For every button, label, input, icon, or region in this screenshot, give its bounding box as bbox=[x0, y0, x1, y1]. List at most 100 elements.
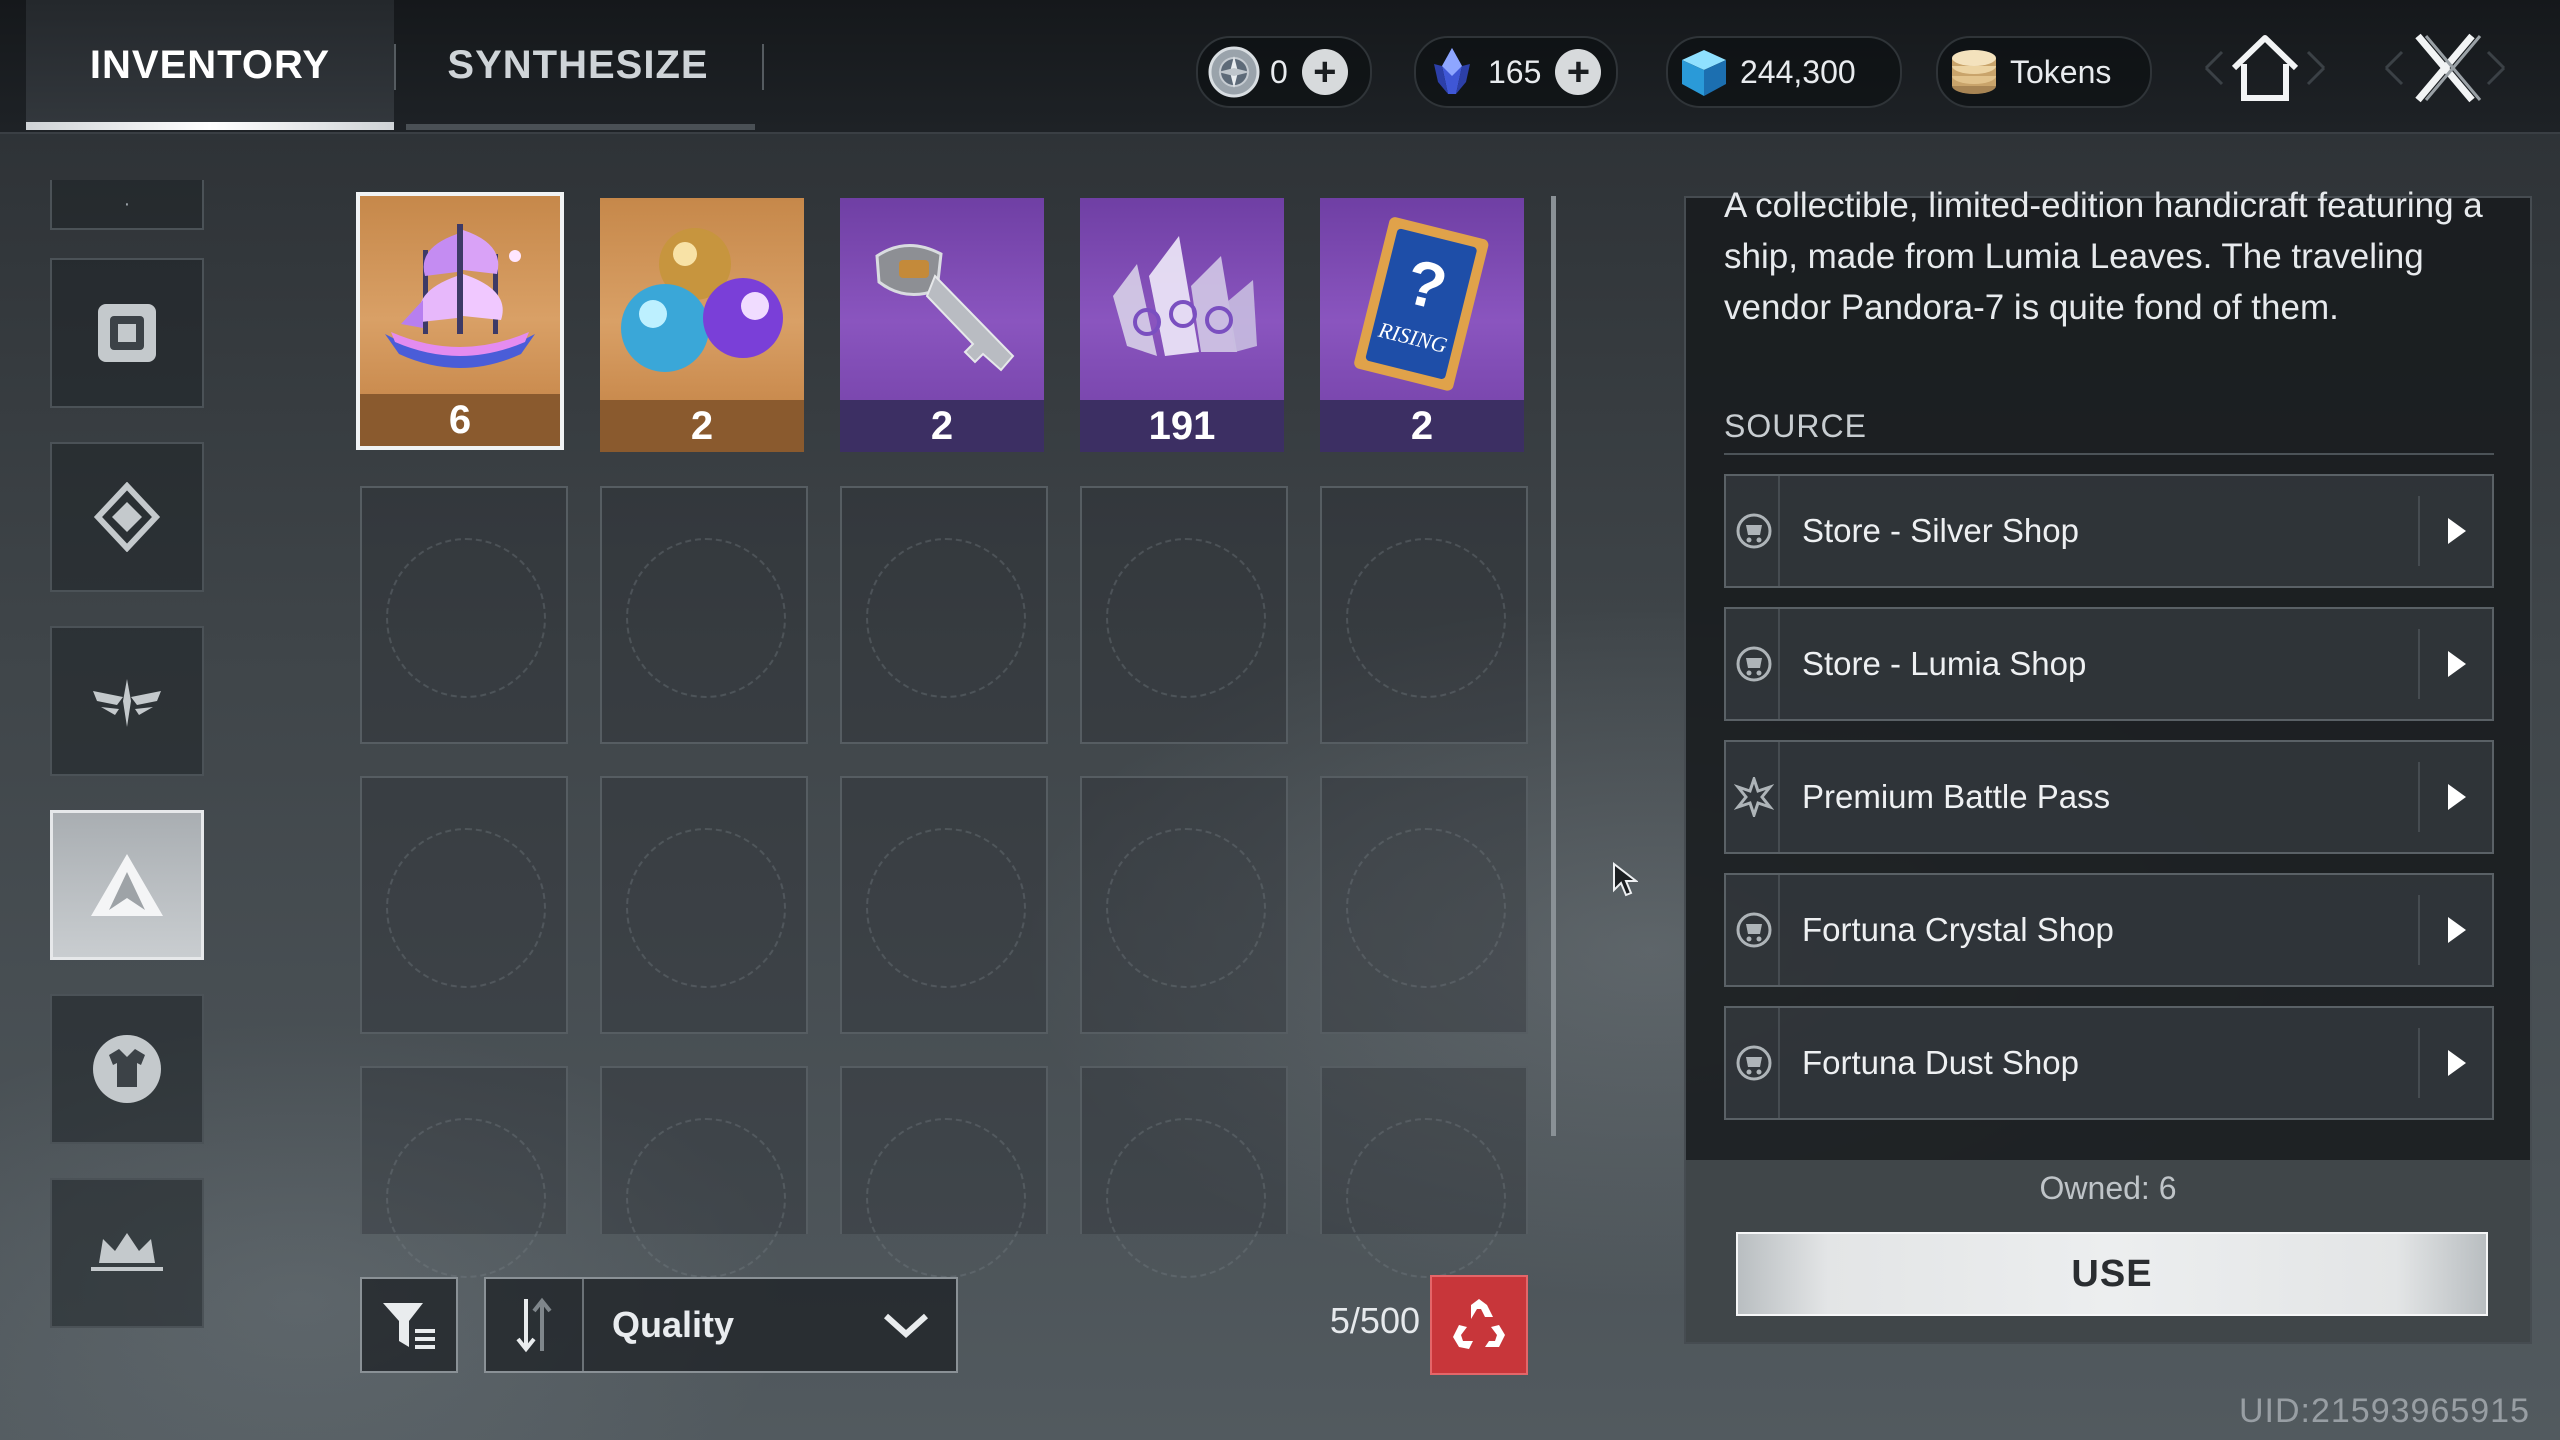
item-count: 6 bbox=[360, 394, 560, 446]
item-count: 2 bbox=[600, 400, 804, 452]
item-slot-ship[interactable]: 6 bbox=[356, 192, 564, 450]
source-store-lumia-shop[interactable]: Store - Lumia Shop bbox=[1724, 607, 2494, 721]
cube-gem-value: 244,300 bbox=[1740, 53, 1856, 90]
use-button[interactable]: USE bbox=[1736, 1232, 2488, 1316]
empty-slot[interactable] bbox=[840, 486, 1048, 744]
shirt-icon bbox=[93, 1035, 161, 1103]
item-count: 191 bbox=[1080, 400, 1284, 452]
play-arrow-icon bbox=[2418, 762, 2492, 832]
recycle-icon bbox=[1453, 1299, 1505, 1349]
filter-button[interactable] bbox=[360, 1277, 458, 1373]
store-icon bbox=[1730, 476, 1780, 586]
crown-icon bbox=[91, 1233, 163, 1271]
play-arrow-icon bbox=[2418, 1028, 2492, 1098]
tab-synthesize[interactable]: SYNTHESIZE bbox=[396, 0, 760, 130]
sort-label: Quality bbox=[612, 1304, 735, 1345]
compass-coin-value: 0 bbox=[1270, 53, 1288, 90]
sort-order-toggle[interactable] bbox=[486, 1279, 584, 1371]
compass-coin-icon bbox=[1208, 46, 1260, 98]
empty-slot[interactable] bbox=[1080, 486, 1288, 744]
sort-dropdown[interactable]: Quality bbox=[484, 1277, 958, 1373]
home-button[interactable] bbox=[2200, 28, 2330, 108]
source-label: Fortuna Crystal Shop bbox=[1802, 911, 2114, 948]
cube-gem-icon bbox=[1678, 46, 1730, 98]
chevron-down-icon bbox=[883, 1313, 929, 1339]
battle-pass-icon bbox=[1730, 742, 1780, 852]
item-slot-mystery-pack[interactable]: ? RISING 2 bbox=[1318, 196, 1526, 454]
chip-icon bbox=[98, 304, 156, 362]
empty-slot[interactable] bbox=[1320, 1066, 1528, 1278]
category-shirt[interactable] bbox=[50, 994, 204, 1144]
source-label: Store - Lumia Shop bbox=[1802, 645, 2087, 682]
item-slot-crystal-shards[interactable]: 191 bbox=[1078, 196, 1286, 454]
tab-synthesize-label: SYNTHESIZE bbox=[447, 42, 709, 87]
empty-slot[interactable] bbox=[1320, 776, 1528, 1034]
grid-scrollbar[interactable] bbox=[1551, 196, 1556, 1136]
category-chip[interactable] bbox=[50, 258, 204, 408]
tab-inventory[interactable]: INVENTORY bbox=[26, 0, 394, 130]
currency-compass-coin: 0 + bbox=[1196, 36, 1372, 108]
crystal-shards-icon bbox=[1080, 198, 1284, 404]
source-fortuna-crystal-shop[interactable]: Fortuna Crystal Shop bbox=[1724, 873, 2494, 987]
tokens-label: Tokens bbox=[2010, 53, 2112, 90]
inventory-capacity: 5/500 bbox=[1329, 1300, 1420, 1341]
currency-crystal: 165 + bbox=[1414, 36, 1618, 108]
category-winged-emblem[interactable] bbox=[50, 626, 204, 776]
triangle-emblem-icon bbox=[91, 854, 163, 916]
category-diamond-emblem[interactable] bbox=[50, 442, 204, 592]
source-premium-battle-pass[interactable]: Premium Battle Pass bbox=[1724, 740, 2494, 854]
tab-inventory-label: INVENTORY bbox=[89, 42, 331, 87]
source-store-silver-shop[interactable]: Store - Silver Shop bbox=[1724, 474, 2494, 588]
ship-icon bbox=[360, 196, 560, 402]
add-compass-coin-button[interactable]: + bbox=[1301, 49, 1348, 95]
empty-slot[interactable] bbox=[360, 486, 568, 744]
owned-count: Owned: 6 bbox=[2039, 1170, 2177, 1206]
mouse-cursor-icon bbox=[1613, 862, 1638, 897]
source-label: Store - Silver Shop bbox=[1802, 512, 2079, 549]
top-bar: INVENTORY SYNTHESIZE 0 + 165 + 244,300 T… bbox=[0, 0, 2560, 134]
category-triangle-emblem[interactable] bbox=[50, 810, 204, 960]
source-fortuna-dust-shop[interactable]: Fortuna Dust Shop bbox=[1724, 1006, 2494, 1120]
empty-slot[interactable] bbox=[840, 776, 1048, 1034]
tab-divider bbox=[762, 44, 764, 90]
crystal-value: 165 bbox=[1488, 53, 1542, 90]
empty-slot[interactable] bbox=[600, 1066, 808, 1278]
home-icon bbox=[2204, 35, 2326, 101]
category-partial-icon: · bbox=[123, 192, 131, 215]
empty-slot[interactable] bbox=[840, 1066, 1048, 1278]
empty-slot[interactable] bbox=[1320, 486, 1528, 744]
item-slot-key[interactable]: 2 bbox=[838, 196, 1046, 454]
empty-slot[interactable] bbox=[600, 776, 808, 1034]
user-id: UID:21593965915 bbox=[2238, 1392, 2530, 1430]
store-icon bbox=[1730, 609, 1780, 719]
category-crown[interactable] bbox=[50, 1178, 204, 1328]
source-heading: SOURCE bbox=[1724, 408, 1867, 444]
empty-slot[interactable] bbox=[1080, 1066, 1288, 1278]
empty-slot[interactable] bbox=[360, 776, 568, 1034]
source-label: Fortuna Dust Shop bbox=[1802, 1044, 2079, 1081]
item-count: 2 bbox=[840, 400, 1044, 452]
close-button[interactable] bbox=[2380, 28, 2510, 108]
key-icon bbox=[840, 198, 1044, 404]
filter-icon bbox=[383, 1303, 435, 1349]
add-crystal-button[interactable]: + bbox=[1555, 49, 1602, 95]
close-icon bbox=[2384, 33, 2506, 103]
store-icon bbox=[1730, 875, 1780, 985]
empty-slot[interactable] bbox=[1080, 776, 1288, 1034]
source-label: Premium Battle Pass bbox=[1802, 778, 2111, 815]
currency-tokens[interactable]: Tokens bbox=[1936, 36, 2152, 108]
empty-slot[interactable] bbox=[360, 1066, 568, 1278]
divider bbox=[1724, 453, 2494, 455]
currency-cube-gem: 244,300 bbox=[1666, 36, 1902, 108]
play-arrow-icon bbox=[2418, 895, 2492, 965]
winged-emblem-icon bbox=[93, 679, 161, 727]
recycle-button[interactable] bbox=[1430, 1275, 1528, 1375]
mystery-pack-icon: ? RISING bbox=[1320, 198, 1524, 404]
category-partial[interactable]: · bbox=[50, 180, 204, 230]
empty-slot[interactable] bbox=[600, 486, 808, 744]
sort-arrows-icon bbox=[516, 1297, 552, 1353]
item-description: A collectible, limited-edition handicraf… bbox=[1724, 186, 2483, 327]
item-slot-orbs[interactable]: 2 bbox=[598, 196, 806, 454]
play-arrow-icon bbox=[2418, 496, 2492, 566]
orbs-icon bbox=[600, 198, 804, 404]
